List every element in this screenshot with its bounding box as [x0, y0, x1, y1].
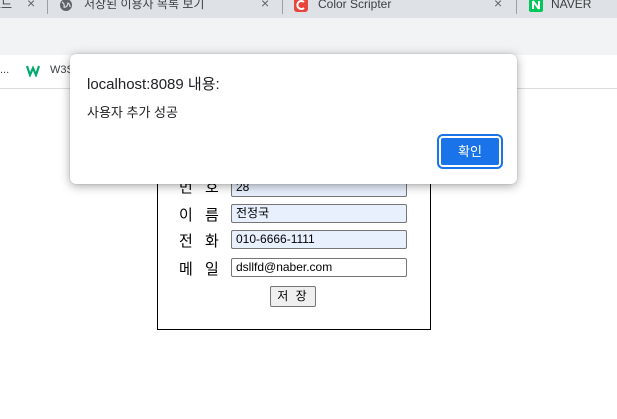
close-icon[interactable]: ×: [494, 0, 502, 10]
tab-title: NAVER: [551, 0, 592, 11]
email-label: 메 일: [179, 261, 223, 278]
ok-button[interactable]: 확인: [437, 134, 503, 169]
name-field[interactable]: 전정국: [231, 204, 407, 223]
dialog-title: localhost:8089 내용:: [87, 76, 220, 93]
tab-title: 코드: [0, 0, 13, 11]
phone-field[interactable]: 010-6666-1111: [231, 230, 407, 249]
tab-user-list[interactable]: 저장된 이용자 목록 보기 ×: [48, 0, 280, 18]
tab-title: 저장된 이용자 목록 보기: [84, 0, 205, 11]
email-field[interactable]: dsllfd@naber.com: [231, 258, 407, 277]
phone-label: 전 화: [179, 233, 223, 250]
tab-strip: 코드 × 저장된 이용자 목록 보기 × Color Scripter × NA…: [0, 0, 617, 18]
bookmarks-overflow[interactable]: ...: [0, 64, 9, 76]
name-label: 이 름: [179, 207, 223, 224]
dialog-message: 사용자 추가 성공: [87, 105, 178, 120]
save-button[interactable]: 저 장: [270, 286, 316, 307]
w3schools-icon: [26, 65, 41, 77]
close-icon[interactable]: ×: [27, 0, 35, 10]
tab-color-scripter[interactable]: Color Scripter ×: [283, 0, 513, 18]
tab-code[interactable]: 코드 ×: [0, 0, 46, 18]
naver-icon: [529, 0, 543, 12]
address-bar[interactable]: [0, 18, 617, 55]
globe-icon: [60, 0, 72, 11]
color-scripter-icon: [294, 0, 308, 12]
tab-title: Color Scripter: [318, 0, 392, 11]
alert-dialog: localhost:8089 내용: 사용자 추가 성공 확인: [70, 54, 517, 184]
tab-naver[interactable]: NAVER: [517, 0, 617, 18]
close-icon[interactable]: ×: [261, 0, 269, 10]
